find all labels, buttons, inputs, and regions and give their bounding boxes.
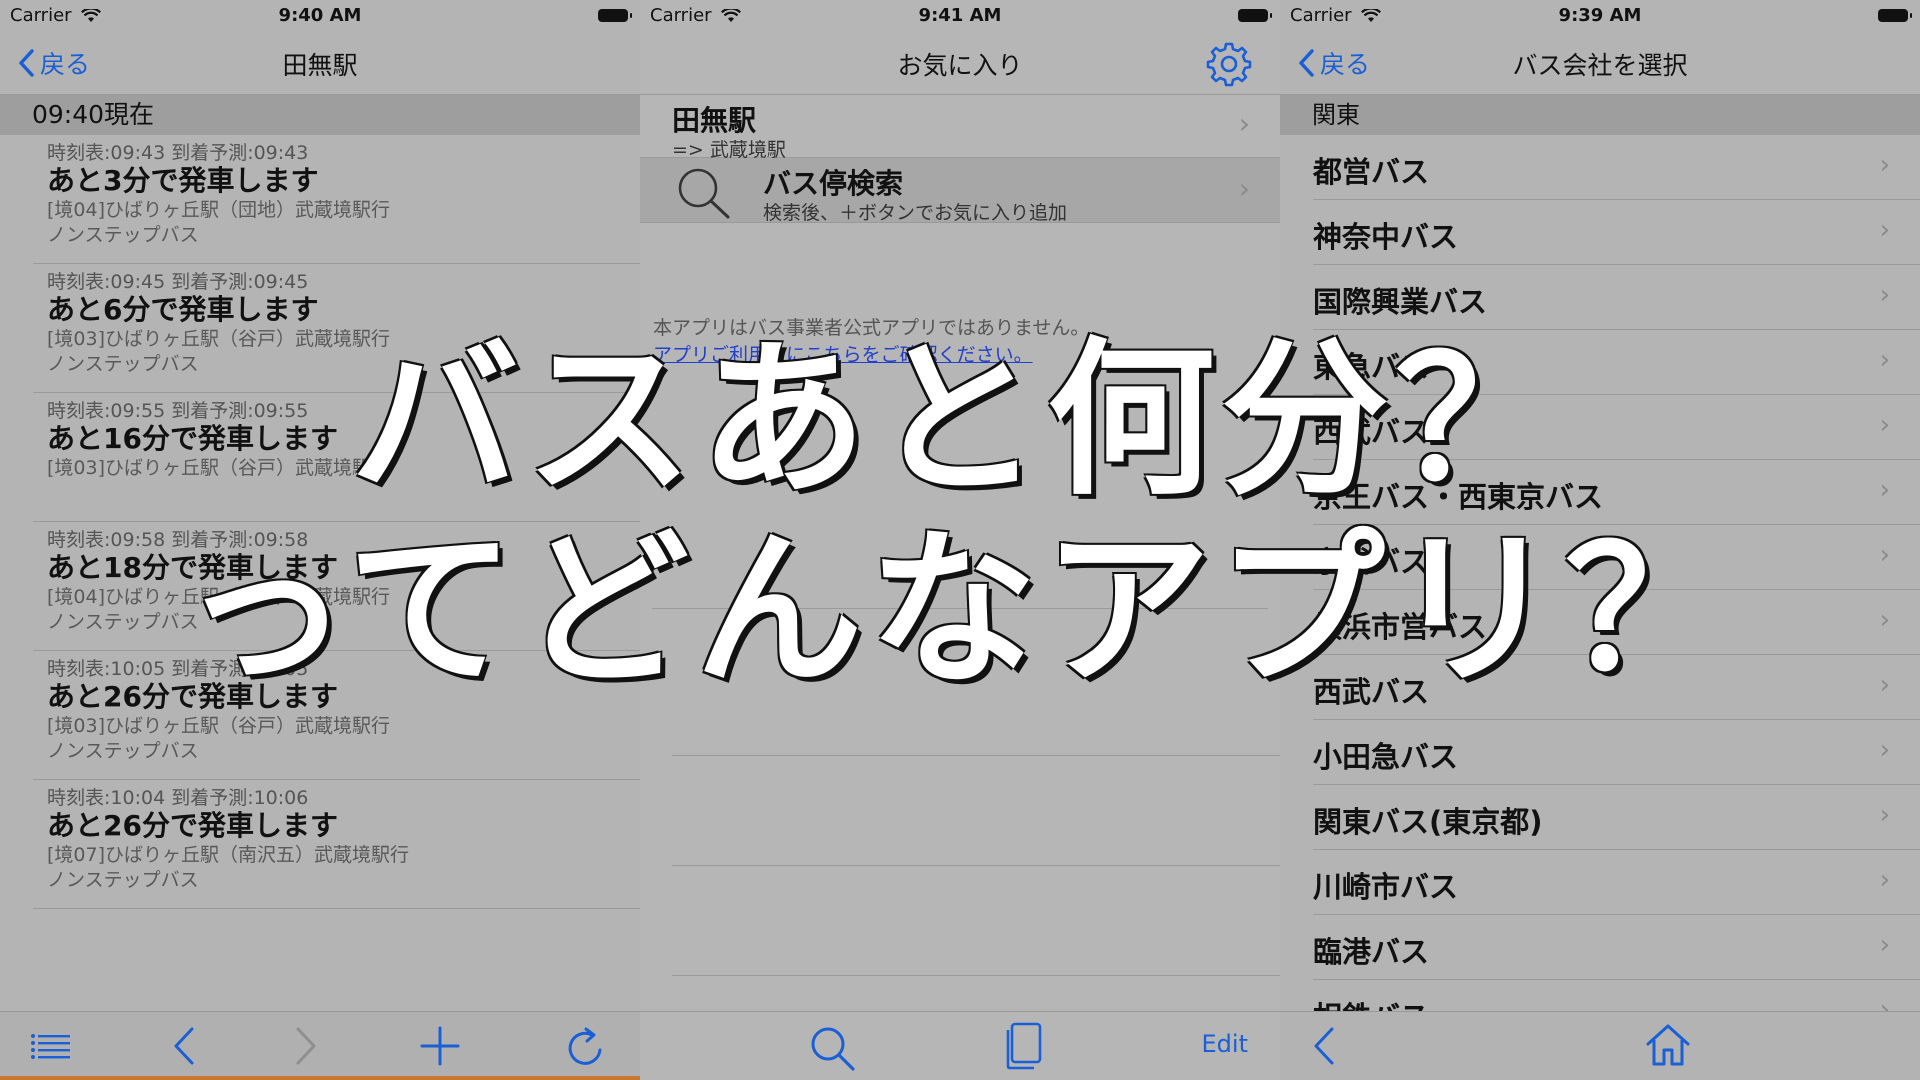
chevron-right-icon: › (1879, 800, 1890, 830)
status-time: 9:40 AM (278, 5, 362, 26)
company-item[interactable]: 神奈中バス › (1313, 200, 1920, 265)
pages-icon[interactable] (1004, 1022, 1044, 1070)
bottom-toolbar (0, 1011, 640, 1080)
refresh-icon[interactable] (564, 1026, 608, 1070)
search-hint: 検索後、＋ボタンでお気に入り追加 (763, 202, 1068, 224)
divider (672, 755, 1280, 756)
battery-icon (1238, 9, 1272, 22)
favorite-stop-name: 田無駅 (672, 104, 757, 137)
chevron-right-icon: › (1238, 172, 1250, 205)
arrival-row[interactable]: 時刻表:09:43 到着予測:09:43 あと3分で発車します [境04]ひばり… (33, 135, 640, 264)
nav-bar: 戻る 田無駅 (0, 32, 640, 95)
chevron-right-icon: › (1879, 280, 1890, 310)
chevron-right-icon[interactable] (292, 1026, 320, 1066)
company-item[interactable]: 臨港バス › (1313, 915, 1920, 980)
company-name: 川崎市バス (1313, 870, 1459, 904)
gear-icon[interactable] (1206, 41, 1252, 87)
status-bar: Carrier 9:39 AM (1280, 0, 1920, 32)
page-title: 田無駅 (282, 51, 358, 80)
overlay-title-line1: バスあと何分？ (351, 322, 1569, 518)
overlay-title-line2: ってどんなアプリ？ (181, 512, 1739, 708)
search-title: バス停検索 (763, 167, 904, 200)
nav-bar: お気に入り (640, 32, 1280, 95)
chevron-right-icon: › (1879, 865, 1890, 895)
arrival-route: [境07]ひばりヶ丘駅（南沢五）武蔵境駅行 (47, 844, 410, 866)
toolbar-accent (0, 1076, 640, 1080)
chevron-left-icon[interactable] (170, 1026, 198, 1066)
home-icon[interactable] (1644, 1022, 1692, 1068)
company-name: 関東バス(東京都) (1313, 805, 1543, 839)
arrival-row[interactable]: 時刻表:10:04 到着予測:10:06 あと26分で発車します [境07]ひば… (33, 780, 640, 909)
company-name: 国際興業バス (1313, 285, 1488, 319)
chevron-right-icon: › (1238, 107, 1250, 140)
arrival-bus-type: ノンステップバス (47, 740, 199, 762)
company-name: 神奈中バス (1313, 220, 1459, 254)
company-item[interactable]: 川崎市バス › (1313, 850, 1920, 915)
arrival-route: [境03]ひばりヶ丘駅（谷戸）武蔵境駅行 (47, 715, 391, 737)
region-header: 関東 (1280, 95, 1920, 135)
bus-stop-search-row[interactable]: バス停検索 検索後、＋ボタンでお気に入り追加 › (640, 158, 1280, 224)
page-title: お気に入り (897, 51, 1023, 80)
divider (672, 865, 1280, 866)
bottom-toolbar (1280, 1011, 1920, 1080)
company-name: 都営バス (1313, 155, 1430, 189)
battery-icon (598, 9, 632, 22)
search-icon (678, 168, 730, 219)
company-item[interactable]: 都営バス › (1313, 135, 1920, 200)
favorite-item[interactable]: 田無駅 => 武蔵境駅 › (640, 95, 1280, 161)
arrival-countdown: あと26分で発車します (47, 809, 338, 842)
chevron-right-icon: › (1879, 735, 1890, 765)
page-title: バス会社を選択 (1512, 51, 1688, 80)
arrival-bus-type: ノンステップバス (47, 224, 199, 246)
list-icon[interactable] (30, 1026, 72, 1066)
search-icon[interactable] (808, 1024, 856, 1072)
status-bar: Carrier 9:41 AM (640, 0, 1280, 32)
chevron-right-icon: › (1879, 150, 1890, 180)
divider (672, 975, 1280, 976)
company-name: 小田急バス (1313, 740, 1459, 774)
bottom-toolbar: Edit (640, 1011, 1280, 1080)
edit-button[interactable]: Edit (1202, 1030, 1248, 1058)
company-item[interactable]: 小田急バス › (1313, 720, 1920, 785)
nav-bar: 戻る バス会社を選択 (1280, 32, 1920, 95)
arrival-bus-type: ノンステップバス (47, 869, 199, 891)
company-item[interactable]: 国際興業バス › (1313, 265, 1920, 330)
company-item[interactable]: 関東バス(東京都) › (1313, 785, 1920, 850)
status-time: 9:39 AM (1558, 5, 1642, 26)
status-bar: Carrier 9:40 AM (0, 0, 640, 32)
plus-icon[interactable] (418, 1026, 462, 1066)
section-header: 09:40現在 (0, 95, 640, 135)
status-time: 9:41 AM (918, 5, 1002, 26)
chevron-right-icon: › (1879, 930, 1890, 960)
company-name: 臨港バス (1313, 935, 1430, 969)
arrival-countdown: あと3分で発車します (47, 164, 319, 197)
chevron-left-icon[interactable] (1310, 1026, 1338, 1066)
battery-icon (1878, 9, 1912, 22)
chevron-right-icon: › (1879, 215, 1890, 245)
arrival-countdown: あと6分で発車します (47, 293, 319, 326)
arrival-route: [境04]ひばりヶ丘駅（団地）武蔵境駅行 (47, 199, 391, 221)
